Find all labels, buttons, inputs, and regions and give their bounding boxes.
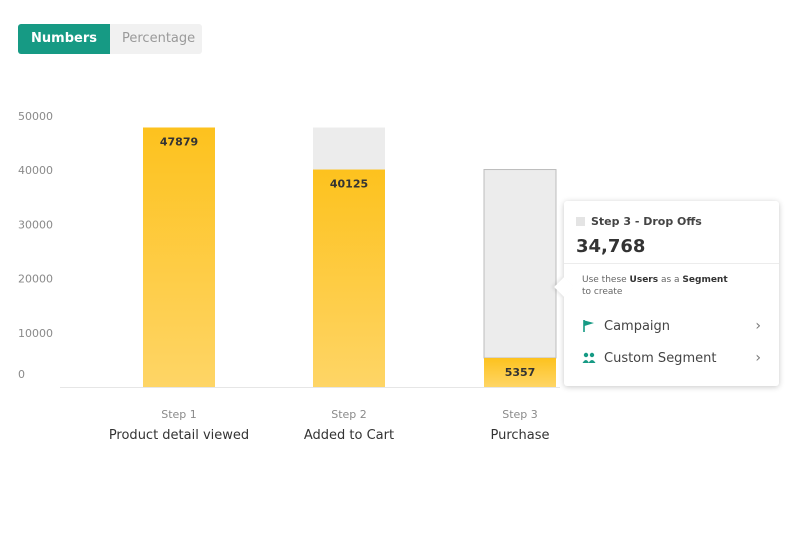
hint-users: Users	[629, 275, 659, 285]
y-tick-label: 10000	[18, 327, 53, 340]
y-tick-label: 0	[18, 368, 25, 381]
chevron-right-icon: ›	[755, 318, 761, 334]
step-number-label: Step 3	[502, 408, 538, 421]
hint-text-middle: as a	[658, 275, 683, 285]
step-name-label: Product detail viewed	[109, 428, 249, 443]
popover-hint: Use these Users as a Segment to create	[582, 274, 767, 298]
bar-value-label: 40125	[330, 178, 368, 191]
custom-segment-label: Custom Segment	[604, 350, 717, 366]
chevron-right-icon: ›	[755, 350, 761, 366]
popover-divider	[564, 263, 779, 264]
hint-text-prefix: Use these	[582, 275, 630, 285]
users-icon	[582, 351, 596, 365]
step-number-label: Step 2	[331, 408, 367, 421]
step-name-label: Added to Cart	[304, 428, 394, 443]
bar-value-label: 5357	[505, 366, 536, 379]
popover-value: 34,768	[576, 236, 646, 257]
y-tick-label: 40000	[18, 164, 53, 177]
flag-icon	[582, 319, 596, 333]
y-tick-label: 30000	[18, 218, 53, 231]
custom-segment-menu-item[interactable]: Custom Segment ›	[582, 347, 761, 369]
step-number-label: Step 1	[161, 408, 197, 421]
y-tick-label: 20000	[18, 273, 53, 286]
campaign-label: Campaign	[604, 318, 671, 334]
hint-segment: Segment	[682, 275, 728, 285]
step-name-label: Purchase	[490, 428, 549, 443]
dropoff-swatch	[576, 217, 585, 226]
y-tick-label: 50000	[18, 110, 53, 123]
dropoff-bar[interactable]	[483, 169, 557, 359]
dropoff-popover: Step 3 - Drop Offs 34,768 Use these User…	[554, 201, 779, 386]
dropoff-bar[interactable]	[313, 127, 385, 170]
hint-text-suffix: to create	[582, 287, 623, 297]
value-bar[interactable]	[313, 169, 385, 387]
bar-value-label: 47879	[160, 135, 198, 148]
popover-title: Step 3 - Drop Offs	[591, 215, 702, 228]
value-bar[interactable]	[143, 127, 215, 387]
campaign-menu-item[interactable]: Campaign ›	[582, 315, 761, 337]
